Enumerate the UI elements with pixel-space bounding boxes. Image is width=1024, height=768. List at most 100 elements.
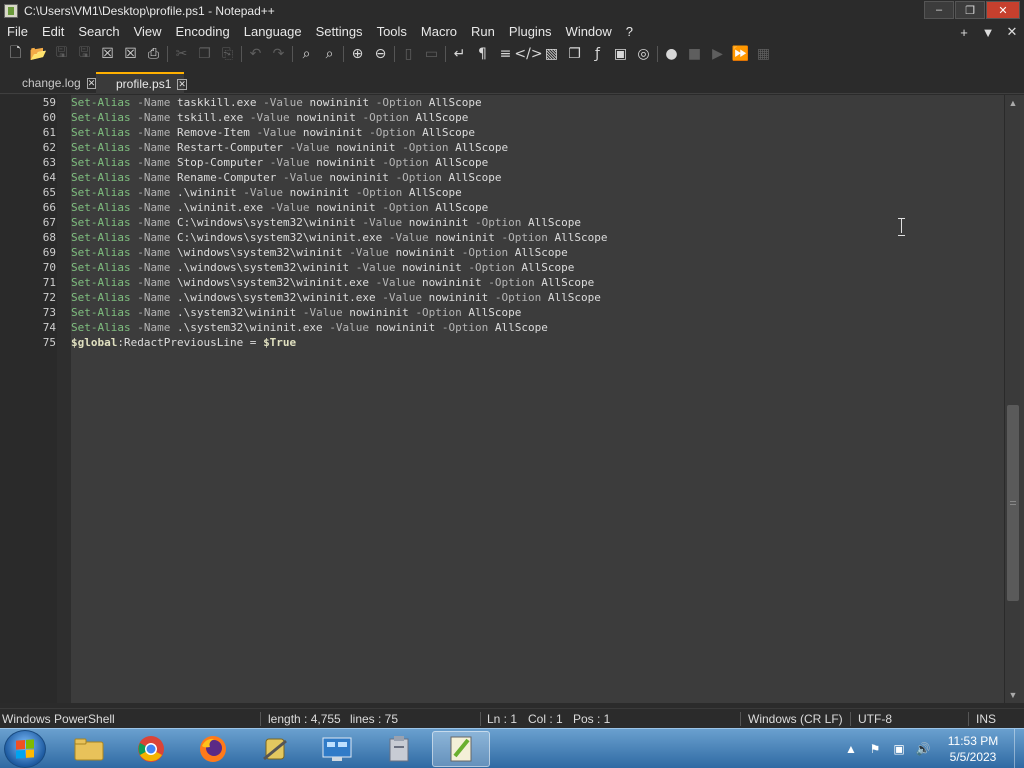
alias-value: nowininit (435, 231, 495, 244)
line-number: 68 (42, 231, 56, 244)
sync-vertical-icon[interactable]: ▯ (397, 44, 420, 64)
action-center-flag-icon[interactable]: ⚑ (866, 740, 884, 758)
minimize-button[interactable]: – (924, 1, 954, 19)
sync-horizontal-icon[interactable]: ▭ (420, 44, 443, 64)
stop-macro-icon[interactable]: ■ (683, 44, 706, 64)
menu-settings[interactable]: Settings (309, 22, 370, 42)
cmdlet: Set-Alias (71, 261, 131, 274)
taskbar-app-monitor[interactable] (308, 731, 366, 767)
menu-view[interactable]: View (127, 22, 169, 42)
menu-window[interactable]: Window (559, 22, 619, 42)
undo-icon[interactable]: ↶ (244, 44, 267, 64)
function-list-icon[interactable]: ƒ (586, 44, 609, 64)
print-icon[interactable]: ⎙ (142, 44, 165, 64)
close-button[interactable]: ✕ (986, 1, 1020, 19)
scroll-up-icon[interactable]: ▲ (1005, 95, 1021, 111)
tab-close-icon[interactable]: ✕ (177, 78, 187, 90)
document-map-icon[interactable]: ▧ (540, 44, 563, 64)
copy-icon[interactable]: ❐ (193, 44, 216, 64)
toolbar-separator (657, 46, 658, 62)
menu-run[interactable]: Run (464, 22, 502, 42)
cmdlet: Set-Alias (71, 111, 131, 124)
scroll-down-icon[interactable]: ▼ (1005, 687, 1021, 703)
find-icon[interactable]: ⌕ (295, 44, 318, 64)
param-name: -Name (137, 276, 171, 289)
menu-edit[interactable]: Edit (35, 22, 71, 42)
menu-file[interactable]: File (0, 22, 35, 42)
param-value: -Value (243, 186, 283, 199)
notepadpp-taskbar-icon (450, 736, 472, 762)
code-text: Set-Alias -Name Remove-Item -Value nowin… (71, 125, 475, 140)
volume-icon[interactable]: 🔊 (914, 740, 932, 758)
alias-value: nowininit (316, 201, 376, 214)
status-language: Windows PowerShell (2, 712, 115, 726)
run-macro-multiple-icon[interactable]: ⏩ (729, 44, 752, 64)
tab-profile-ps1[interactable]: profile.ps1 ✕ (96, 72, 187, 94)
paste-icon[interactable]: ⎘ (216, 44, 239, 64)
menu-language[interactable]: Language (237, 22, 309, 42)
menu-macro[interactable]: Macro (414, 22, 464, 42)
save-all-icon[interactable]: 🖫 (73, 44, 96, 64)
tab-close-icon[interactable]: ✕ (86, 77, 97, 89)
fold-margin[interactable] (57, 95, 71, 703)
menu-tools[interactable]: Tools (370, 22, 414, 42)
taskbar-app-tool[interactable] (246, 731, 304, 767)
taskbar-explorer[interactable] (60, 731, 118, 767)
monitoring-icon[interactable]: ◎ (632, 44, 655, 64)
taskbar: ▲ ⚑ ▣ 🔊 11:53 PM 5/5/2023 (0, 728, 1024, 768)
zoom-out-icon[interactable]: ⊖ (369, 44, 392, 64)
close-all-icon[interactable]: ☒ (119, 44, 142, 64)
param-value: -Value (249, 111, 290, 124)
menu-plugins[interactable]: Plugins (502, 22, 559, 42)
menu-search[interactable]: Search (71, 22, 126, 42)
clock[interactable]: 11:53 PM 5/5/2023 (938, 733, 1008, 765)
new-file-icon[interactable]: 🗋 (4, 44, 27, 64)
save-macro-icon[interactable]: ▦ (752, 44, 775, 64)
alias-value: nowininit (329, 171, 389, 184)
param-option: -Option (375, 96, 423, 109)
start-button[interactable] (4, 730, 46, 768)
restore-button[interactable]: ❐ (955, 1, 985, 19)
line-number: 72 (42, 291, 56, 304)
close-file-icon[interactable]: ☒ (96, 44, 119, 64)
cmdlet: Set-Alias (71, 141, 131, 154)
scroll-thumb[interactable] (1007, 405, 1019, 601)
zoom-in-icon[interactable]: ⊕ (346, 44, 369, 64)
tab-list-dropdown[interactable]: ▼ (976, 25, 1000, 40)
code-text: Set-Alias -Name Restart-Computer -Value … (71, 140, 508, 155)
document-list-icon[interactable]: ❐ (563, 44, 586, 64)
cut-icon[interactable]: ✂ (170, 44, 193, 64)
word-wrap-icon[interactable]: ↵ (448, 44, 471, 64)
open-folder-icon[interactable]: 📂 (27, 44, 50, 64)
taskbar-app-archive[interactable] (370, 731, 428, 767)
taskbar-chrome[interactable] (122, 731, 180, 767)
vertical-scrollbar[interactable]: ▲ ▼ (1004, 95, 1020, 703)
alias-name: taskkill.exe (176, 96, 257, 109)
replace-icon[interactable]: ⌕ (318, 44, 341, 64)
title-bar[interactable]: C:\Users\VM1\Desktop\profile.ps1 - Notep… (0, 0, 1024, 22)
language-tags-icon[interactable]: </> (514, 44, 542, 64)
alias-option: AllScope (408, 186, 462, 199)
taskbar-firefox[interactable] (184, 731, 242, 767)
show-hidden-icons-icon[interactable]: ▲ (842, 740, 860, 758)
alias-value: nowininit (335, 141, 396, 154)
menu-encoding[interactable]: Encoding (169, 22, 237, 42)
close-document-button[interactable]: ✕ (1000, 24, 1024, 40)
param-value: -Value (355, 261, 396, 274)
save-icon[interactable]: 🖫 (50, 44, 73, 64)
folder-as-workspace-icon[interactable]: ▣ (609, 44, 632, 64)
show-all-characters-icon[interactable]: ¶ (471, 44, 494, 64)
record-macro-icon[interactable]: ● (660, 44, 683, 64)
editor[interactable]: 59 Set-Alias -Name taskkill.exe -Value no… (0, 95, 1024, 703)
taskbar-notepadpp[interactable] (432, 731, 490, 767)
tab-change-log[interactable]: change.log ✕ (2, 72, 97, 94)
show-desktop-button[interactable] (1014, 729, 1024, 768)
param-option: -Option (441, 321, 489, 334)
network-icon[interactable]: ▣ (890, 740, 908, 758)
new-tab-button[interactable]: + (952, 25, 976, 40)
play-macro-icon[interactable]: ▶ (706, 44, 729, 64)
redo-icon[interactable]: ↷ (267, 44, 290, 64)
menu-help[interactable]: ? (619, 22, 640, 42)
alias-name: .\wininit.exe (176, 201, 264, 214)
status-insert-mode: INS (976, 712, 997, 726)
